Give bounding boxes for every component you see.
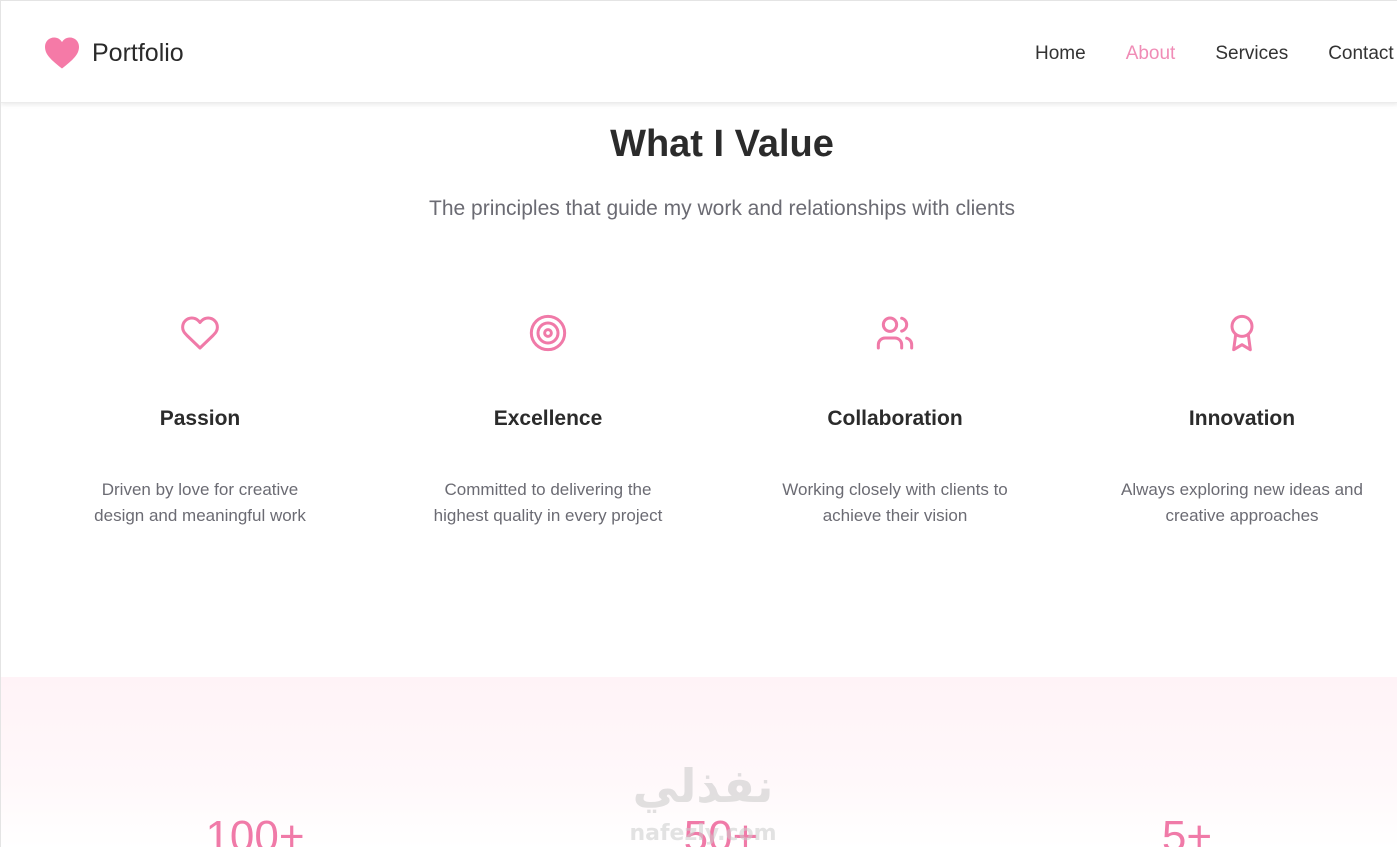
value-card-desc-line: creative approaches <box>1165 506 1319 525</box>
value-card-innovation: Innovation Always exploring new ideas an… <box>1092 313 1392 529</box>
stat-value: 100+ <box>205 812 305 847</box>
value-card-title: Innovation <box>1188 407 1296 430</box>
value-card-desc-line: highest quality in every project <box>433 506 663 525</box>
brand-name: Portfolio <box>92 39 184 67</box>
value-card-desc-line: Always exploring new ideas and <box>1121 480 1363 499</box>
award-icon <box>1230 314 1254 352</box>
heart-filled-icon <box>45 37 79 69</box>
site-header: Portfolio Home About Services Contact <box>1 1 1397 103</box>
value-card-desc: Committed to delivering the highest qual… <box>398 477 698 529</box>
nav-item-services[interactable]: Services <box>1215 41 1288 67</box>
value-card-desc-line: design and meaningful work <box>94 506 306 525</box>
watermark-latin: nafezly.com <box>629 821 776 846</box>
value-card-desc: Driven by love for creative design and m… <box>50 477 350 529</box>
value-card-desc: Working closely with clients to achieve … <box>745 477 1045 529</box>
section-subtitle: The principles that guide my work and re… <box>429 197 1015 220</box>
value-card-title: Excellence <box>493 407 603 430</box>
users-icon <box>876 316 914 350</box>
heart-outline-icon <box>181 316 219 350</box>
brand-link[interactable]: Portfolio <box>43 36 184 70</box>
watermark-arabic: نفذلي <box>633 759 774 813</box>
value-card-collaboration: Collaboration Working closely with clien… <box>745 313 1045 529</box>
value-card-desc-line: Working closely with clients to <box>782 480 1008 499</box>
value-card-excellence: Excellence Committed to delivering the h… <box>398 313 698 529</box>
watermark-logo: نفذلي nafezly.com <box>629 759 776 846</box>
target-icon <box>529 314 567 352</box>
value-card-title: Collaboration <box>827 407 963 430</box>
value-card-title: Passion <box>159 407 241 430</box>
value-card-desc-line: achieve their vision <box>822 506 968 525</box>
value-card-desc-line: Driven by love for creative <box>101 480 299 499</box>
section-title: What I Value <box>610 123 834 165</box>
nav-item-about[interactable]: About <box>1126 41 1176 67</box>
value-card-desc: Always exploring new ideas and creative … <box>1092 477 1392 529</box>
page: Portfolio Home About Services Contact Wh… <box>0 0 1397 847</box>
stat-value: 5+ <box>1161 812 1213 847</box>
value-card-desc-line: Committed to delivering the <box>444 480 652 499</box>
value-card-passion: Passion Driven by love for creative desi… <box>50 313 350 529</box>
nav-item-contact[interactable]: Contact <box>1328 41 1393 67</box>
nav-item-home[interactable]: Home <box>1035 41 1086 67</box>
main-nav: Home About Services Contact <box>1035 41 1397 67</box>
